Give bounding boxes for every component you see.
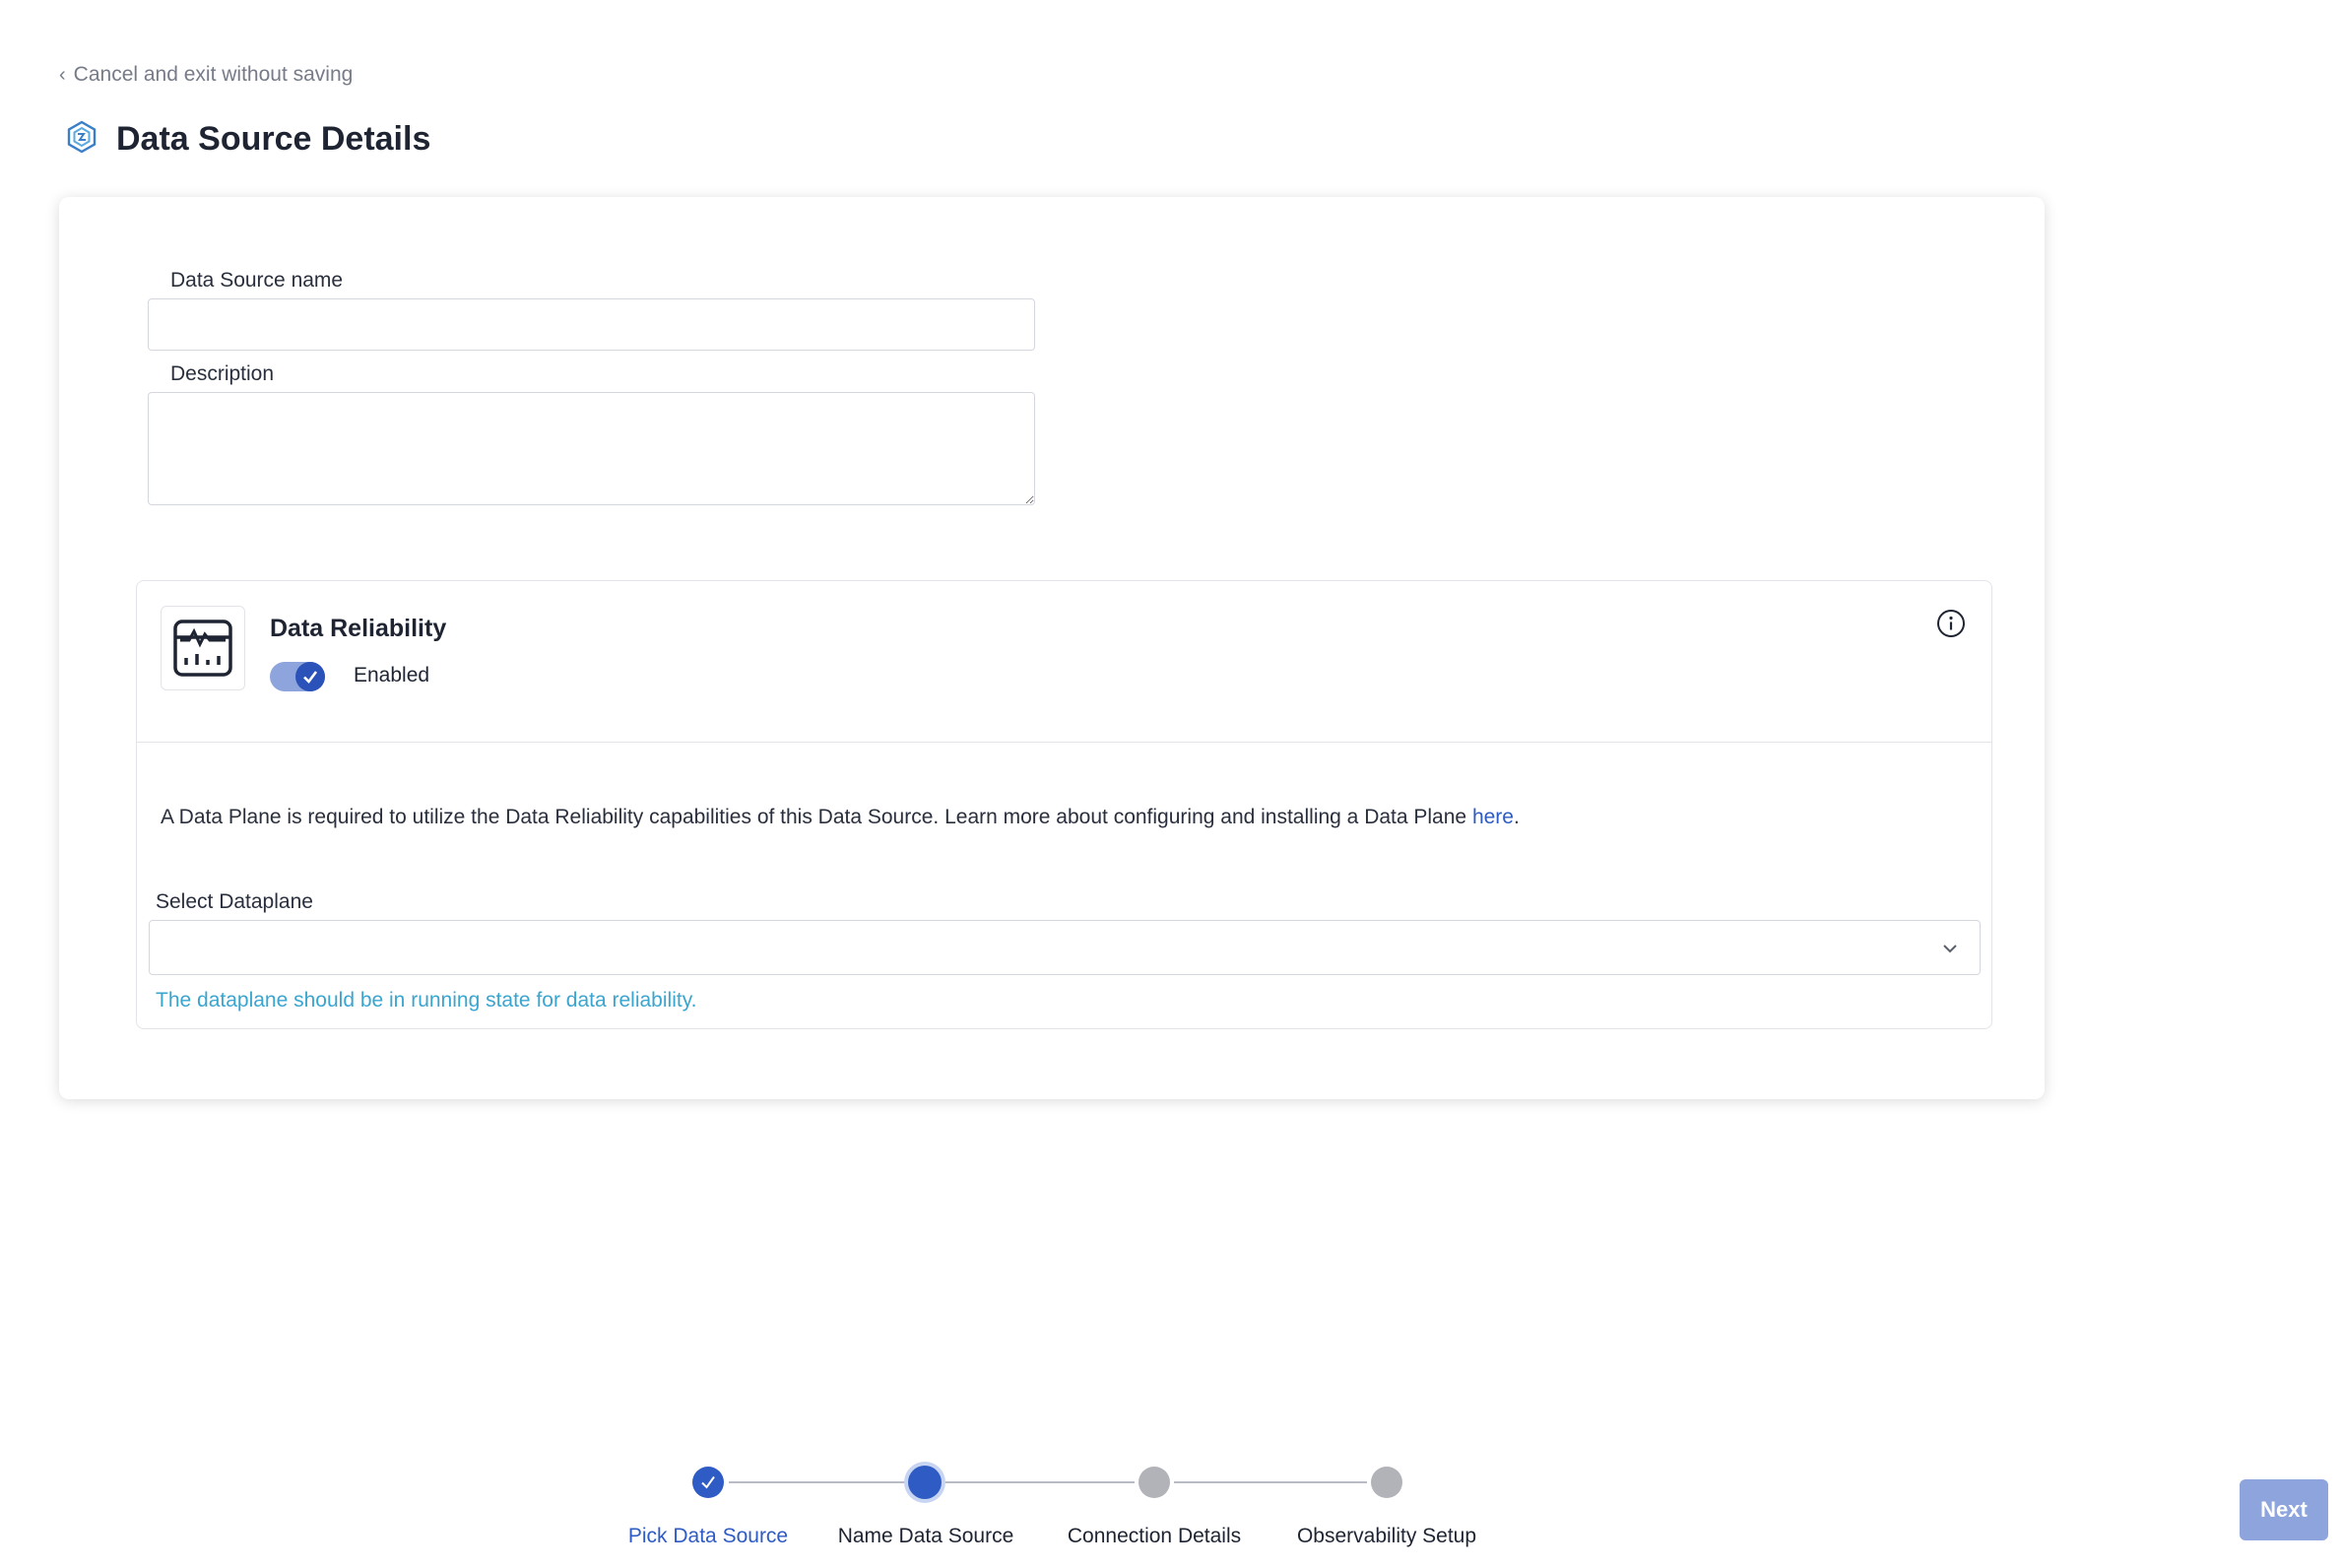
check-icon: [701, 1475, 715, 1489]
step-3-label: Connection Details: [1067, 1525, 1242, 1547]
step-3-indicator: [1138, 1467, 1170, 1498]
data-reliability-icon-tile: [161, 606, 245, 690]
check-icon: [303, 671, 318, 684]
panel-divider: [137, 742, 1991, 743]
chevron-left-icon: ‹: [59, 63, 66, 86]
info-icon[interactable]: [1936, 609, 1966, 643]
step-2-label[interactable]: Name Data Source: [838, 1525, 1014, 1548]
data-source-hex-icon: [65, 120, 98, 159]
select-dataplane-dropdown[interactable]: [149, 920, 1981, 975]
toggle-knob: [295, 662, 325, 691]
description-label: Description: [170, 362, 275, 385]
step-4-indicator: [1371, 1467, 1402, 1498]
dataplane-note: A Data Plane is required to utilize the …: [161, 806, 1520, 829]
monitor-pulse-icon: [173, 620, 232, 677]
step-1-indicator[interactable]: [692, 1467, 724, 1498]
data-reliability-panel: Data Reliability Enabled A Data Plane is…: [136, 580, 1992, 1029]
data-reliability-title: Data Reliability: [270, 615, 447, 642]
chevron-down-icon: [1943, 945, 1957, 953]
dataplane-note-text: A Data Plane is required to utilize the …: [161, 806, 1472, 828]
select-dataplane-label: Select Dataplane: [156, 890, 313, 913]
dataplane-hint: The dataplane should be in running state…: [156, 989, 697, 1012]
data-reliability-toggle[interactable]: [270, 662, 325, 691]
name-label: Data Source name: [170, 269, 344, 292]
stepper-connector-2: [943, 1481, 1135, 1483]
cancel-exit-label: Cancel and exit without saving: [73, 63, 354, 86]
next-button[interactable]: Next: [2240, 1479, 2328, 1540]
stepper-connector-1: [729, 1481, 906, 1483]
learn-more-link[interactable]: here: [1472, 806, 1514, 828]
page-header: Data Source Details: [65, 120, 430, 159]
step-4-label: Observability Setup: [1296, 1525, 1477, 1547]
description-textarea[interactable]: [148, 392, 1035, 505]
cancel-exit-link[interactable]: ‹ Cancel and exit without saving: [59, 63, 353, 87]
dataplane-note-suffix: .: [1513, 806, 1520, 828]
toggle-status-label: Enabled: [354, 664, 430, 686]
stepper-connector-3: [1174, 1481, 1367, 1483]
step-2-indicator[interactable]: [908, 1466, 942, 1499]
page-title: Data Source Details: [116, 120, 431, 158]
data-source-name-input[interactable]: [148, 298, 1035, 351]
step-1-label[interactable]: Pick Data Source: [628, 1525, 788, 1548]
